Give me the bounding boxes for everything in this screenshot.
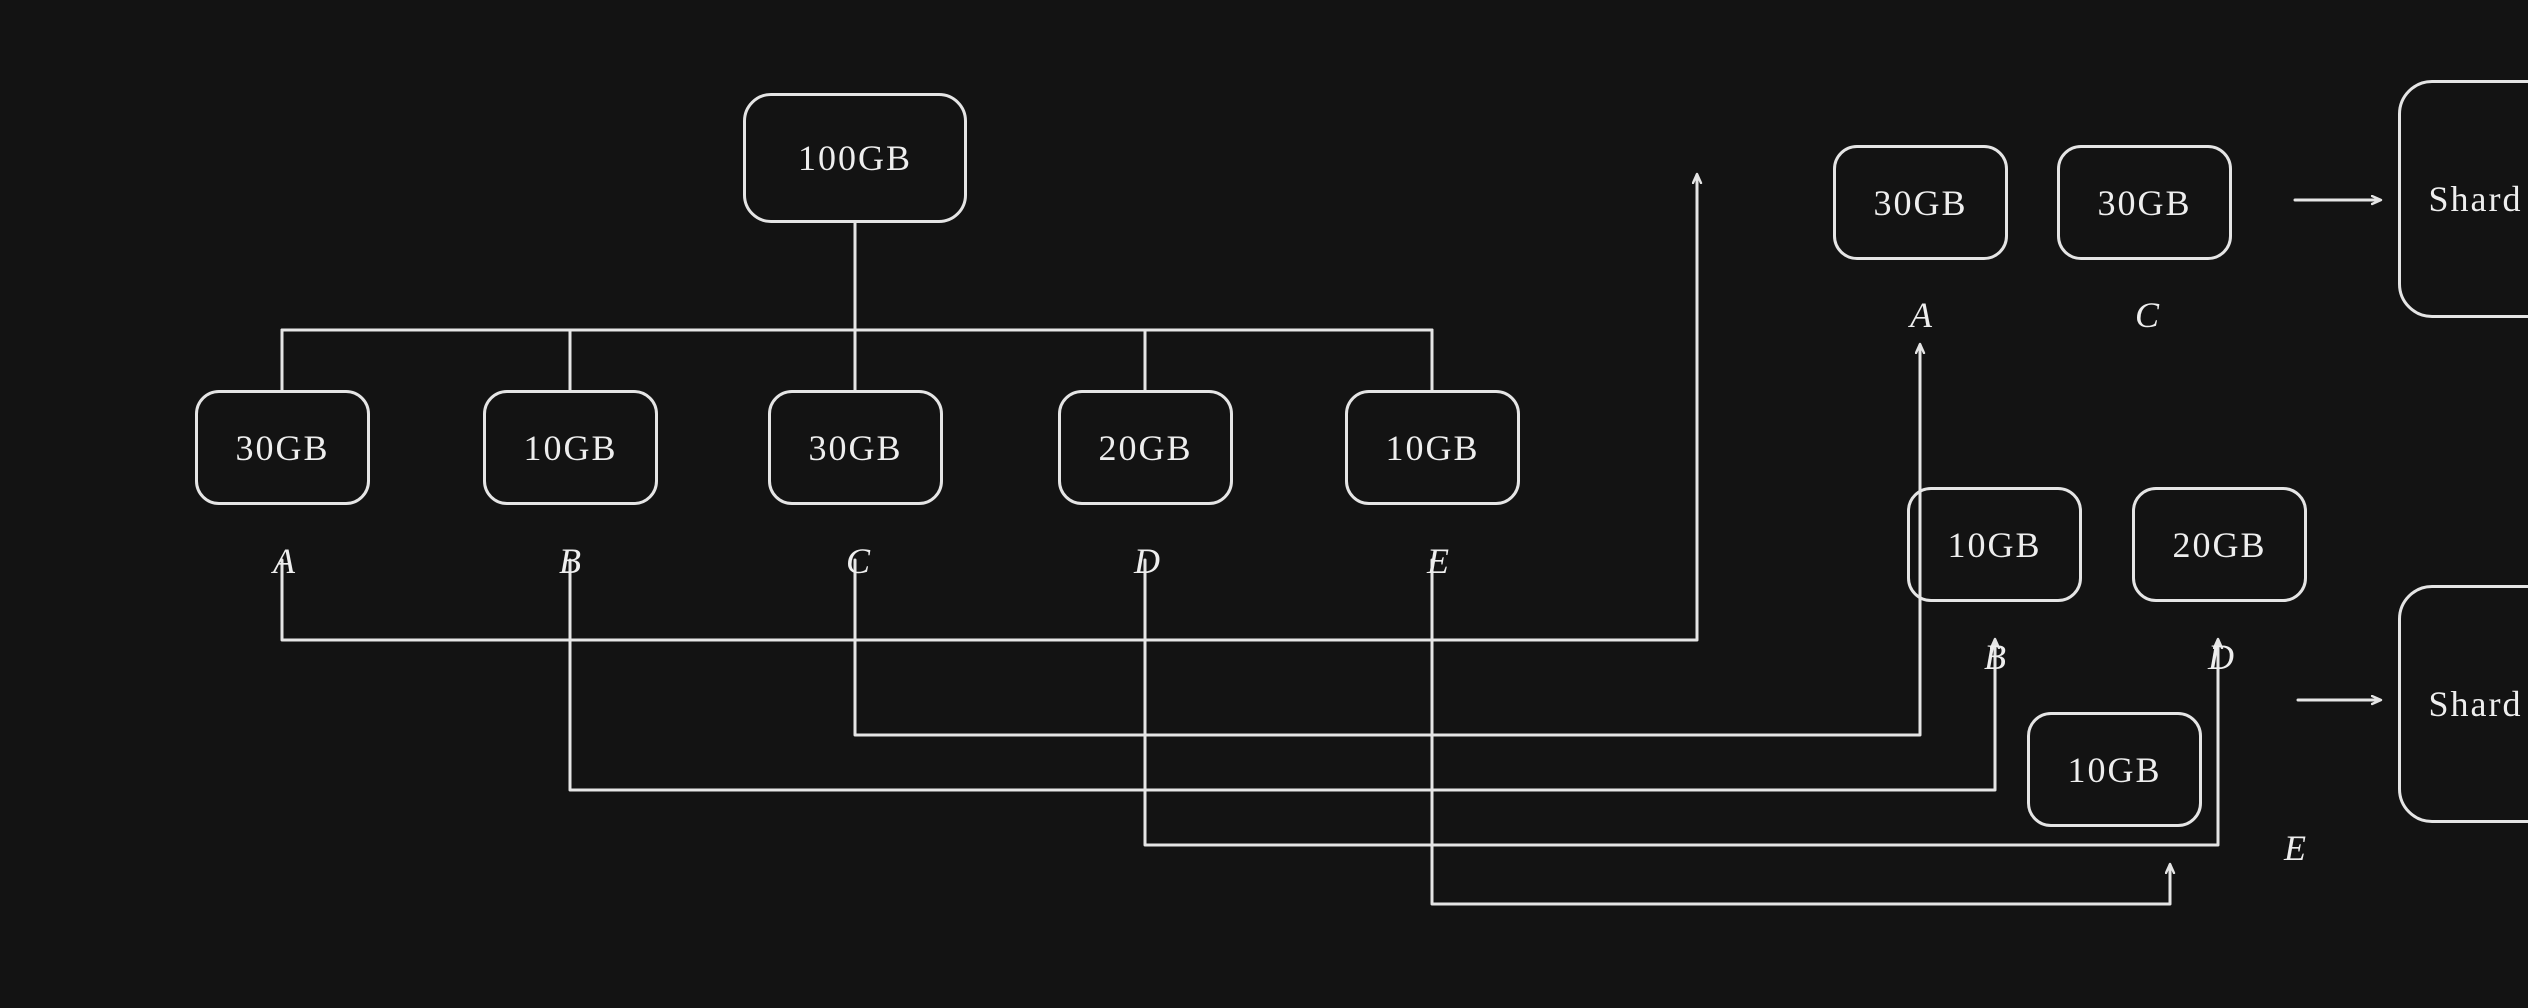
- root-label: 100GB: [798, 137, 912, 179]
- shard2-label-e: E: [2284, 827, 2306, 869]
- partition-node-d: 20GB: [1058, 390, 1233, 505]
- shard2-node-b: 10GB: [1907, 487, 2082, 602]
- partition-label-e: E: [1427, 540, 1449, 582]
- shard1-size-a: 30GB: [1873, 182, 1967, 224]
- shard2-size-d: 20GB: [2172, 524, 2266, 566]
- shard-node-1: Shard 1: [2398, 80, 2528, 318]
- shard1-label: Shard 1: [2429, 178, 2528, 220]
- partition-label-b: B: [559, 540, 581, 582]
- shard1-node-c: 30GB: [2057, 145, 2232, 260]
- partition-label-c: C: [846, 540, 870, 582]
- diagram-stage: 100GB 30GB A 10GB B 30GB C 20GB D 10GB E…: [0, 0, 2528, 1008]
- shard2-label-b: B: [1984, 636, 2006, 678]
- shard1-node-a: 30GB: [1833, 145, 2008, 260]
- partition-node-a: 30GB: [195, 390, 370, 505]
- partition-node-b: 10GB: [483, 390, 658, 505]
- partition-size: 30GB: [808, 427, 902, 469]
- shard1-label-a: A: [1910, 294, 1932, 336]
- partition-node-c: 30GB: [768, 390, 943, 505]
- shard2-node-d: 20GB: [2132, 487, 2307, 602]
- partition-size: 30GB: [235, 427, 329, 469]
- shard2-label: Shard 2: [2429, 683, 2528, 725]
- shard1-label-c: C: [2135, 294, 2159, 336]
- partition-size: 10GB: [1385, 427, 1479, 469]
- shard2-label-d: D: [2208, 636, 2234, 678]
- shard2-size-e: 10GB: [2067, 749, 2161, 791]
- shard2-size-b: 10GB: [1947, 524, 2041, 566]
- partition-label-a: A: [273, 540, 295, 582]
- shard1-size-c: 30GB: [2097, 182, 2191, 224]
- partition-node-e: 10GB: [1345, 390, 1520, 505]
- partition-size: 20GB: [1098, 427, 1192, 469]
- shard2-node-e: 10GB: [2027, 712, 2202, 827]
- root-node: 100GB: [743, 93, 967, 223]
- shard-node-2: Shard 2: [2398, 585, 2528, 823]
- partition-label-d: D: [1134, 540, 1160, 582]
- partition-size: 10GB: [523, 427, 617, 469]
